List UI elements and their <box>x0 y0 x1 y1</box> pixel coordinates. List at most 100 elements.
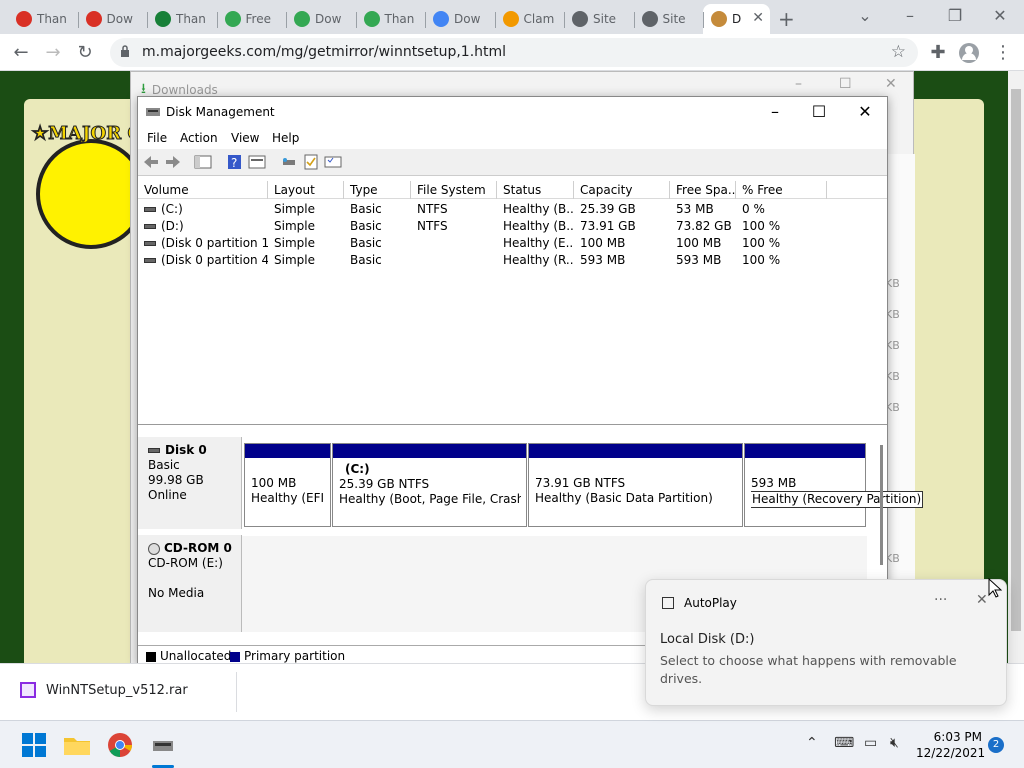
volume-cell-text: Basic <box>350 202 382 216</box>
volume-list[interactable]: Volume Layout Type File System Status Ca… <box>138 177 887 425</box>
browser-tab[interactable]: Dow <box>77 4 145 34</box>
partition-efi[interactable]: 100 MBHealthy (EFI S <box>244 443 331 527</box>
page-scrollbar-thumb[interactable] <box>1011 89 1021 631</box>
partition-c[interactable]: (C:) 25.39 GB NTFS Healthy (Boot, Page Fil… <box>332 443 527 527</box>
download-item[interactable]: WinNTSetup_v512.rar <box>20 682 188 698</box>
properties-icon[interactable] <box>248 154 266 170</box>
column-header-volume[interactable]: Volume <box>138 181 268 199</box>
partition-d[interactable]: 73.91 GB NTFS Healthy (Basic Data Partiti… <box>528 443 743 527</box>
browser-tab[interactable]: D ✕ <box>703 4 770 34</box>
show-hide-tree-icon[interactable] <box>194 154 212 170</box>
dm-close-button[interactable]: ✕ <box>845 101 885 123</box>
disk-management-taskbar-icon[interactable] <box>147 729 179 761</box>
partition-recovery[interactable]: 593 MB Healthy (Recovery Partition) <box>744 443 924 527</box>
partition-bar <box>245 444 330 458</box>
checklist-icon[interactable] <box>302 154 320 170</box>
dm-minimize-button[interactable]: – <box>755 101 795 123</box>
volume-cell: (D:) <box>138 218 268 235</box>
browser-tab[interactable]: Dow <box>425 4 492 34</box>
volume-icon[interactable]: 🔇︎ <box>890 735 899 751</box>
toast-more-button[interactable]: ··· <box>934 592 947 608</box>
partition-bar <box>745 444 865 458</box>
forward-arrow-icon[interactable] <box>164 154 182 170</box>
page-scrollbar[interactable] <box>1008 71 1024 663</box>
cdrom-name: CD-ROM 0 <box>164 541 232 555</box>
downloads-maximize-button[interactable]: ☐ <box>839 76 852 92</box>
tab-close-icon[interactable]: ✕ <box>752 10 764 26</box>
tray-chevron-icon[interactable]: ⌃ <box>806 735 818 751</box>
back-arrow-icon[interactable] <box>142 154 160 170</box>
restore-button[interactable]: ❐ <box>935 4 975 28</box>
close-button[interactable]: ✕ <box>980 4 1020 28</box>
browser-tab[interactable]: Than <box>8 4 75 34</box>
tab-favicon-icon <box>711 11 727 27</box>
tab-favicon-icon <box>155 11 171 27</box>
volume-cell: (Disk 0 partition 4) <box>138 252 268 269</box>
browser-tab[interactable]: Than <box>355 4 423 34</box>
back-button[interactable]: ← <box>8 40 34 66</box>
tab-favicon-icon <box>641 11 658 27</box>
volume-row[interactable]: (C:) Simple Basic NTFS Healthy (B... 25.39 GB… <box>138 201 887 218</box>
volume-cell: 73.91 GB <box>574 218 670 235</box>
chrome-icon[interactable] <box>104 729 136 761</box>
browser-tab[interactable]: Dow <box>286 4 353 34</box>
browser-toolbar: ← → ↻ m.majorgeeks.com/mg/getmirror/winn… <box>0 34 1024 71</box>
disk-management-icon <box>146 108 160 116</box>
toast-close-button[interactable]: ✕ <box>976 592 988 608</box>
tab-favicon-icon <box>363 11 380 27</box>
browser-tab[interactable]: Than <box>147 4 214 34</box>
column-header-layout[interactable]: Layout <box>268 181 344 199</box>
forward-button[interactable]: → <box>40 40 66 66</box>
cdrom-media: No Media <box>148 586 205 600</box>
menu-help[interactable]: Help <box>272 131 299 145</box>
settings-list-icon[interactable] <box>324 154 342 170</box>
volume-row[interactable]: (D:) Simple Basic NTFS Healthy (B... 73.91 GB… <box>138 218 887 235</box>
menu-file[interactable]: File <box>147 131 167 145</box>
system-clock[interactable]: 6:03 PM 12/22/2021 <box>916 729 985 761</box>
notification-badge[interactable]: 2 <box>988 737 1004 753</box>
legend-unallocated-swatch <box>146 652 156 662</box>
connect-icon[interactable] <box>280 154 298 170</box>
column-header-status[interactable]: Status <box>497 181 574 199</box>
menu-view[interactable]: View <box>231 131 259 145</box>
lock-icon <box>121 45 129 57</box>
volume-cell: Simple <box>268 235 344 252</box>
help-icon[interactable]: ? <box>226 154 244 170</box>
column-header-free-space[interactable]: Free Spa... <box>670 181 736 199</box>
graph-scrollbar[interactable] <box>877 435 887 575</box>
dm-maximize-button[interactable]: ☐ <box>799 101 839 123</box>
downloads-close-button[interactable]: ✕ <box>885 76 897 92</box>
column-header-capacity[interactable]: Capacity <box>574 181 670 199</box>
file-explorer-icon[interactable] <box>61 729 93 761</box>
extensions-icon[interactable]: ✚ <box>925 40 951 66</box>
bookmark-star-icon[interactable]: ☆ <box>891 42 906 62</box>
volume-row[interactable]: (Disk 0 partition 1) Simple Basic Healthy (… <box>138 235 887 252</box>
partition-size: 25.39 GB NTFS <box>339 477 430 491</box>
profile-avatar[interactable] <box>958 42 980 64</box>
browser-tab[interactable]: Clam <box>494 4 562 34</box>
disk0-label[interactable]: Disk 0 Basic 99.98 GB Online <box>138 437 242 529</box>
column-header-percent-free[interactable]: % Free <box>736 181 827 199</box>
windows-start-icon[interactable] <box>18 729 50 761</box>
address-bar[interactable]: m.majorgeeks.com/mg/getmirror/winntsetup… <box>110 38 918 67</box>
network-icon[interactable]: ▭ <box>864 735 877 751</box>
browser-tab[interactable]: Site <box>564 4 631 34</box>
browser-tab[interactable]: Free <box>216 4 284 34</box>
browser-tab[interactable]: Site <box>633 4 701 34</box>
volume-cell-text: Healthy (B... <box>503 219 574 233</box>
keyboard-icon[interactable]: ⌨ <box>834 735 854 751</box>
volume-row[interactable]: (Disk 0 partition 4) Simple Basic Healthy (… <box>138 252 887 269</box>
minimize-button[interactable]: – <box>890 4 930 28</box>
mouse-cursor-icon <box>988 578 1002 598</box>
reload-button[interactable]: ↻ <box>72 40 98 66</box>
browser-menu-icon[interactable]: ⋮ <box>990 40 1016 66</box>
column-header-file-system[interactable]: File System <box>411 181 497 199</box>
column-header-type[interactable]: Type <box>344 181 411 199</box>
dm-title-text: Disk Management <box>166 105 275 119</box>
cdrom-label[interactable]: CD-ROM 0 CD-ROM (E:) No Media <box>138 535 242 632</box>
autoplay-toast[interactable]: AutoPlay ··· ✕ Local Disk (D:) Select to… <box>645 579 1007 706</box>
tab-search-button[interactable]: ⌄ <box>845 4 885 28</box>
new-tab-button[interactable]: + <box>778 7 795 31</box>
downloads-minimize-button[interactable]: – <box>795 76 802 92</box>
menu-action[interactable]: Action <box>180 131 218 145</box>
